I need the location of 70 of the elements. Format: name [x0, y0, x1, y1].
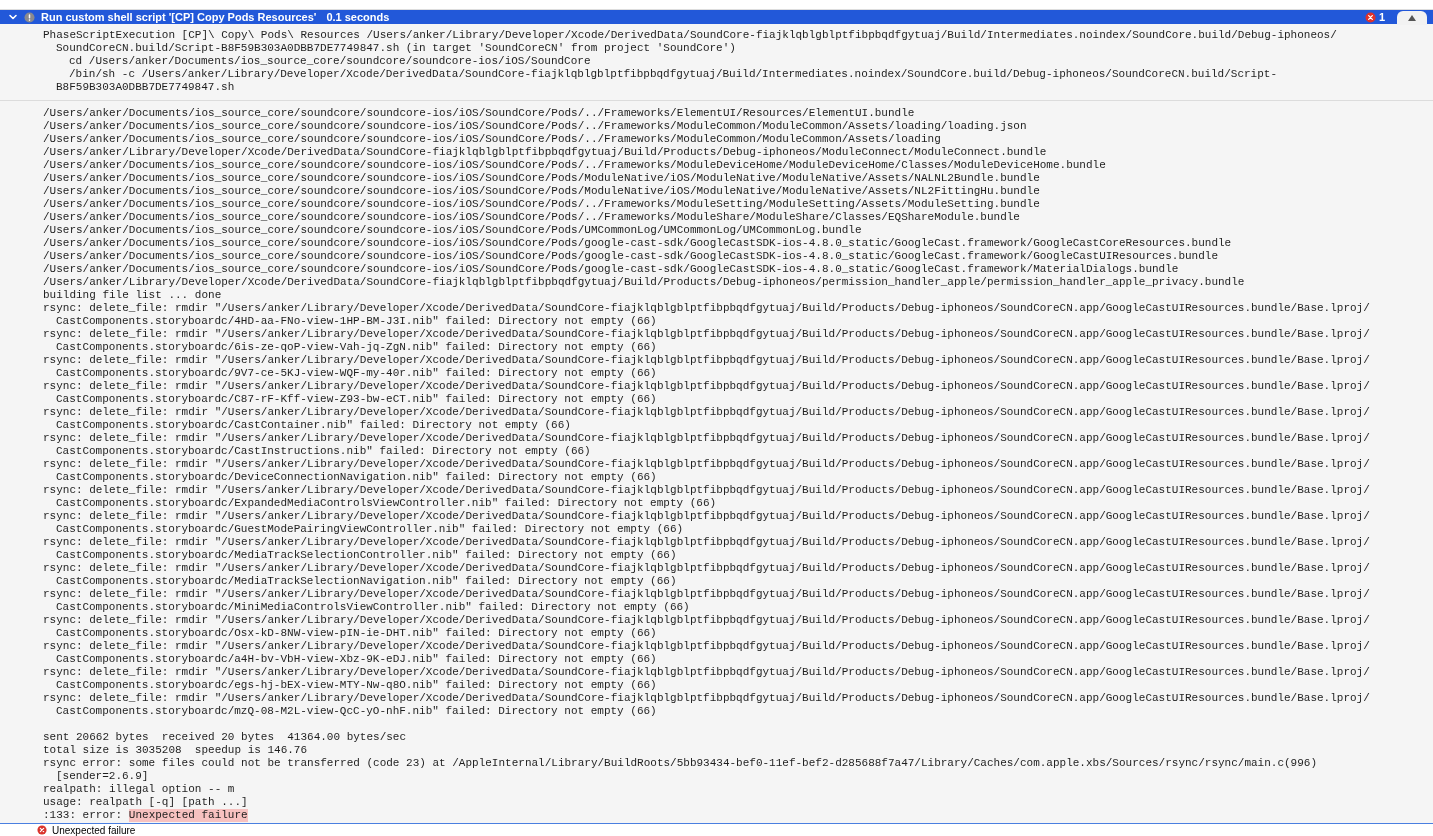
duration-label: 0.1 seconds — [326, 11, 390, 23]
log-line: rsync: delete_file: rmdir "/Users/anker/Library/Developer/Xcode/DerivedData/SoundCore-fiajklqblgblptfibpbqdfgytuaj/Build/Products/Debug-iphoneos/SoundCoreCN.app/GoogleCastUIResources.bundle/Base.lproj/ — [43, 536, 1370, 549]
log-line: rsync: delete_file: rmdir "/Users/anker/Library/Developer/Xcode/DerivedData/SoundCore-fiajklqblgblptfibpbqdfgytuaj/Build/Products/Debug-iphoneos/SoundCoreCN.app/GoogleCastUIResources.bundle/Base.lproj/ — [43, 666, 1370, 679]
error-highlight: Unexpected failure — [128, 809, 248, 822]
log-line: rsync: delete_file: rmdir "/Users/anker/Library/Developer/Xcode/DerivedData/SoundCore-fiajklqblgblptfibpbqdfgytuaj/Build/Products/Debug-iphoneos/SoundCoreCN.app/GoogleCastUIResources.bundle/Base.lproj/ — [43, 614, 1370, 627]
log-line: CastComponents.storyboardc/MiniMediaControlsViewController.nib" failed: Directory not empty (66) — [56, 601, 690, 614]
log-line: /Users/anker/Documents/ios_source_core/soundcore/soundcore-ios/iOS/SoundCore/Pods/UMCommonLog/UMCommonLog/UMCommonLog.bundle — [43, 224, 862, 237]
step-title: Run custom shell script '[CP] Copy Pods Resources' — [41, 11, 317, 23]
log-line: /Users/anker/Documents/ios_source_core/soundcore/soundcore-ios/iOS/SoundCore/Pods/google-cast-sdk/GoogleCastSDK-ios-4.8.0_static/GoogleCast.framework/GoogleCastUIResources.bundle — [43, 250, 1218, 263]
log-line: CastComponents.storyboardc/a4H-bv-VbH-view-Xbz-9K-eDJ.nib" failed: Directory not empty (66) — [56, 653, 657, 666]
log-line: rsync: delete_file: rmdir "/Users/anker/Library/Developer/Xcode/DerivedData/SoundCore-fiajklqblgblptfibpbqdfgytuaj/Build/Products/Debug-iphoneos/SoundCoreCN.app/GoogleCastUIResources.bundle/Base.lproj/ — [43, 432, 1370, 445]
chevron-icon[interactable] — [8, 12, 18, 22]
log-line: rsync: delete_file: rmdir "/Users/anker/Library/Developer/Xcode/DerivedData/SoundCore-fiajklqblgblptfibpbqdfgytuaj/Build/Products/Debug-iphoneos/SoundCoreCN.app/GoogleCastUIResources.bundle/Base.lproj/ — [43, 562, 1370, 575]
log-line: rsync: delete_file: rmdir "/Users/anker/Library/Developer/Xcode/DerivedData/SoundCore-fiajklqblgblptfibpbqdfgytuaj/Build/Products/Debug-iphoneos/SoundCoreCN.app/GoogleCastUIResources.bundle/Base.lproj/ — [43, 692, 1370, 705]
log-line: rsync: delete_file: rmdir "/Users/anker/Library/Developer/Xcode/DerivedData/SoundCore-fiajklqblgblptfibpbqdfgytuaj/Build/Products/Debug-iphoneos/SoundCoreCN.app/GoogleCastUIResources.bundle/Base.lproj/ — [43, 588, 1370, 601]
log-line: /Users/anker/Documents/ios_source_core/soundcore/soundcore-ios/iOS/SoundCore/Pods/google-cast-sdk/GoogleCastSDK-ios-4.8.0_static/GoogleCast.framework/MaterialDialogs.bundle — [43, 263, 1179, 276]
log-line: CastComponents.storyboardc/mzQ-08-M2L-view-QcC-yO-nhF.nib" failed: Directory not empty (66) — [56, 705, 657, 718]
log-line: rsync: delete_file: rmdir "/Users/anker/Library/Developer/Xcode/DerivedData/SoundCore-fiajklqblgblptfibpbqdfgytuaj/Build/Products/Debug-iphoneos/SoundCoreCN.app/GoogleCastUIResources.bundle/Base.lproj/ — [43, 640, 1370, 653]
log-line: /Users/anker/Documents/ios_source_core/soundcore/soundcore-ios/iOS/SoundCore/Pods/../Frameworks/ModuleCommon/ModuleCommon/Assets/loading/loading.json — [43, 120, 1027, 133]
log-line: /bin/sh -c /Users/anker/Library/Developer/Xcode/DerivedData/SoundCore-fiajklqblgblptfibpbqdfgytuaj/Build/Intermediates.noindex/SoundCore.build/Debug-iphoneos/SoundCoreCN.build/Script- — [69, 68, 1277, 81]
log-line: CastComponents.storyboardc/9V7-ce-5KJ-view-WQF-my-40r.nib" failed: Directory not empty (66) — [56, 367, 657, 380]
log-line: sent 20662 bytes received 20 bytes 41364.00 bytes/sec — [43, 731, 407, 744]
log-line: [sender=2.6.9] — [56, 770, 149, 783]
log-line: rsync: delete_file: rmdir "/Users/anker/Library/Developer/Xcode/DerivedData/SoundCore-fiajklqblgblptfibpbqdfgytuaj/Build/Products/Debug-iphoneos/SoundCoreCN.app/GoogleCastUIResources.bundle/Base.lproj/ — [43, 458, 1370, 471]
log-line: CastComponents.storyboardc/GuestModePairingViewController.nib" failed: Directory not empty (66) — [56, 523, 684, 536]
log-line: SoundCoreCN.build/Script-B8F59B303A0DBB7DE7749847.sh (in target 'SoundCoreCN' from project 'SoundCore') — [56, 42, 736, 55]
error-count: 1 — [1378, 11, 1385, 23]
log-line: :133: error: — [43, 809, 124, 822]
log-line: CastComponents.storyboardc/ExpandedMediaControlsViewController.nib" failed: Directory not empty (66) — [56, 497, 717, 510]
log-line: /Users/anker/Documents/ios_source_core/soundcore/soundcore-ios/iOS/SoundCore/Pods/ModuleNative/iOS/ModuleNative/ModuleNative/Assets/NALNL2Bundle.bundle — [43, 172, 1040, 185]
log-line: building file list ... done — [43, 289, 222, 302]
log-line: CastComponents.storyboardc/DeviceConnectionNavigation.nib" failed: Directory not empty (66) — [56, 471, 657, 484]
log-line: realpath: illegal option -- m — [43, 783, 235, 796]
log-line: total size is 3035208 speedup is 146.76 — [43, 744, 308, 757]
log-line: /Users/anker/Documents/ios_source_core/soundcore/soundcore-ios/iOS/SoundCore/Pods/../Frameworks/ElementUI/Resources/ElementUI.bundle — [43, 107, 915, 120]
log-section-header[interactable]: Run custom shell script '[CP] Copy Pods Resources' 0.1 seconds 1 — [0, 10, 1433, 24]
log-line: rsync: delete_file: rmdir "/Users/anker/Library/Developer/Xcode/DerivedData/SoundCore-fiajklqblgblptfibpbqdfgytuaj/Build/Products/Debug-iphoneos/SoundCoreCN.app/GoogleCastUIResources.bundle/Base.lproj/ — [43, 302, 1370, 315]
issue-message[interactable]: Unexpected failure — [52, 824, 136, 836]
log-line: rsync: delete_file: rmdir "/Users/anker/Library/Developer/Xcode/DerivedData/SoundCore-fiajklqblgblptfibpbqdfgytuaj/Build/Products/Debug-iphoneos/SoundCoreCN.app/GoogleCastUIResources.bundle/Base.lproj/ — [43, 354, 1370, 367]
log-line: usage: realpath [-q] [path ...] — [43, 796, 248, 809]
log-line: /Users/anker/Documents/ios_source_core/soundcore/soundcore-ios/iOS/SoundCore/Pods/../Frameworks/ModuleDeviceHome/ModuleDeviceHome/Classes/ModuleDeviceHome.bundle — [43, 159, 1106, 172]
log-line: /Users/anker/Documents/ios_source_core/soundcore/soundcore-ios/iOS/SoundCore/Pods/../Frameworks/ModuleSetting/ModuleSetting/Assets/ModuleSetting.bundle — [43, 198, 1040, 211]
log-line: CastComponents.storyboardc/CastContainer.nib" failed: Directory not empty (66) — [56, 419, 571, 432]
warning-icon — [24, 11, 35, 23]
log-line: cd /Users/anker/Documents/ios_source_core/soundcore/soundcore-ios/iOS/SoundCore — [69, 55, 591, 68]
log-line: /Users/anker/Documents/ios_source_core/soundcore/soundcore-ios/iOS/SoundCore/Pods/../Frameworks/ModuleShare/ModuleShare/Classes/EQShareModule.bundle — [43, 211, 1020, 224]
error-icon — [1364, 11, 1376, 23]
log-line: /Users/anker/Documents/ios_source_core/soundcore/soundcore-ios/iOS/SoundCore/Pods/../Frameworks/ModuleCommon/ModuleCommon/Assets/loading — [43, 133, 941, 146]
log-line: rsync: delete_file: rmdir "/Users/anker/Library/Developer/Xcode/DerivedData/SoundCore-fiajklqblgblptfibpbqdfgytuaj/Build/Products/Debug-iphoneos/SoundCoreCN.app/GoogleCastUIResources.bundle/Base.lproj/ — [43, 328, 1370, 341]
log-line: /Users/anker/Library/Developer/Xcode/DerivedData/SoundCore-fiajklqblgblptfibpbqdfgytuaj/Build/Products/Debug-iphoneos/permission_handler_apple/permission_handler_apple_privacy.bundle — [43, 276, 1245, 289]
log-line: rsync: delete_file: rmdir "/Users/anker/Library/Developer/Xcode/DerivedData/SoundCore-fiajklqblgblptfibpbqdfgytuaj/Build/Products/Debug-iphoneos/SoundCoreCN.app/GoogleCastUIResources.bundle/Base.lproj/ — [43, 380, 1370, 393]
log-line: rsync error: some files could not be transferred (code 23) at /AppleInternal/Library/BuildRoots/5bb93434-bef0-11ef-bef2-d285688f7a47/Library/Caches/com.apple.xbs/Sources/rsync/rsync/main.c(996) — [43, 757, 1317, 770]
log-line: CastComponents.storyboardc/C87-rF-Kff-view-Z93-bw-eCT.nib" failed: Directory not empty (66) — [56, 393, 657, 406]
log-line: B8F59B303A0DBB7DE7749847.sh — [56, 81, 235, 94]
log-line: PhaseScriptExecution [CP]\ Copy\ Pods\ Resources /Users/anker/Library/Developer/Xcode/DerivedData/SoundCore-fiajklqblgblptfibpbqdfgytuaj/Build/Intermediates.noindex/SoundCore.build/Debug-iphoneos/ — [43, 29, 1337, 42]
log-line: rsync: delete_file: rmdir "/Users/anker/Library/Developer/Xcode/DerivedData/SoundCore-fiajklqblgblptfibpbqdfgytuaj/Build/Products/Debug-iphoneos/SoundCoreCN.app/GoogleCastUIResources.bundle/Base.lproj/ — [43, 484, 1370, 497]
log-line: /Users/anker/Documents/ios_source_core/soundcore/soundcore-ios/iOS/SoundCore/Pods/google-cast-sdk/GoogleCastSDK-ios-4.8.0_static/GoogleCast.framework/GoogleCastCoreResources.bundle — [43, 237, 1232, 250]
log-line: CastComponents.storyboardc/MediaTrackSelectionController.nib" failed: Directory not empty (66) — [56, 549, 677, 562]
log-line: CastComponents.storyboardc/4HD-aa-FNo-view-1HP-BM-J3I.nib" failed: Directory not empty (66) — [56, 315, 657, 328]
log-line: CastComponents.storyboardc/egs-hj-bEX-view-MTY-Nw-q8O.nib" failed: Directory not empty (66) — [56, 679, 657, 692]
log-line: rsync: delete_file: rmdir "/Users/anker/Library/Developer/Xcode/DerivedData/SoundCore-fiajklqblgblptfibpbqdfgytuaj/Build/Products/Debug-iphoneos/SoundCoreCN.app/GoogleCastUIResources.bundle/Base.lproj/ — [43, 406, 1370, 419]
log-line: CastComponents.storyboardc/MediaTrackSelectionNavigation.nib" failed: Directory not empty (66) — [56, 575, 677, 588]
log-line: CastComponents.storyboardc/6is-ze-qoP-view-Vah-jq-ZgN.nib" failed: Directory not empty (66) — [56, 341, 657, 354]
triangle-icon — [1407, 14, 1417, 22]
scroll-up-button[interactable] — [1397, 11, 1427, 25]
log-line: rsync: delete_file: rmdir "/Users/anker/Library/Developer/Xcode/DerivedData/SoundCore-fiajklqblgblptfibpbqdfgytuaj/Build/Products/Debug-iphoneos/SoundCoreCN.app/GoogleCastUIResources.bundle/Base.lproj/ — [43, 510, 1370, 523]
log-line: /Users/anker/Library/Developer/Xcode/DerivedData/SoundCore-fiajklqblgblptfibpbqdfgytuaj/Build/Products/Debug-iphoneos/ModuleConnect/ModuleConnect.bundle — [43, 146, 1047, 159]
log-line: CastComponents.storyboardc/Osx-kD-8NW-view-pIN-ie-DHT.nib" failed: Directory not empty (66) — [56, 627, 657, 640]
log-line: /Users/anker/Documents/ios_source_core/soundcore/soundcore-ios/iOS/SoundCore/Pods/ModuleNative/iOS/ModuleNative/ModuleNative/Assets/NL2FittingHu.bundle — [43, 185, 1040, 198]
log-line: CastComponents.storyboardc/CastInstructions.nib" failed: Directory not empty (66) — [56, 445, 591, 458]
